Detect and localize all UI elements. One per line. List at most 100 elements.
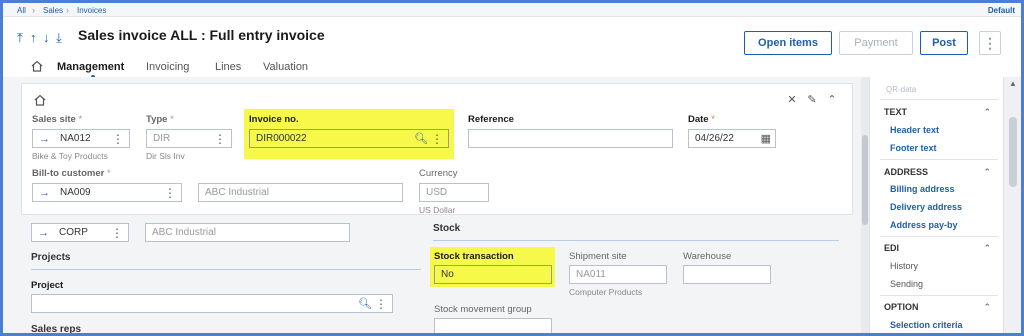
bill-to-field[interactable]: → NA009 ⋮	[32, 183, 182, 202]
billing-address-link[interactable]: Billing address	[890, 184, 955, 194]
bill-to-name-field: ABC Industrial	[198, 183, 403, 202]
tab-bar: Management Invoicing Lines Valuation	[3, 59, 865, 79]
shipment-site-label: Shipment site	[569, 251, 627, 262]
chevron-right-icon: ›	[32, 5, 35, 15]
corp-field[interactable]: → CORP ⋮	[31, 223, 129, 242]
stock-section-title: Stock	[433, 223, 461, 234]
page-title: Sales invoice ALL : Full entry invoice	[78, 27, 325, 43]
chevron-up-icon[interactable]: ⌃	[983, 243, 991, 254]
chevron-up-icon[interactable]: ⌃	[983, 302, 991, 313]
divider	[880, 99, 998, 100]
chevron-up-icon[interactable]: ⌃	[983, 167, 991, 178]
divider	[880, 159, 998, 160]
previous-record-icon[interactable]: ↑	[30, 30, 43, 45]
tools-icon[interactable]: ✕	[782, 93, 802, 106]
type-field[interactable]: DIR ⋮	[146, 129, 232, 148]
divider	[880, 295, 998, 296]
reference-label: Reference	[468, 114, 514, 125]
option-section-title: OPTION	[884, 302, 919, 312]
tab-management[interactable]: Management	[57, 61, 124, 73]
main-scrollbar[interactable]	[861, 77, 869, 333]
arrow-right-icon[interactable]: →	[38, 227, 49, 239]
kebab-icon[interactable]: ⋮	[111, 226, 123, 240]
kebab-icon[interactable]: ⋮	[112, 132, 124, 146]
text-section-title: TEXT	[884, 107, 908, 117]
breadcrumb-sales[interactable]: Sales	[43, 6, 63, 15]
sending-item[interactable]: Sending	[890, 279, 923, 289]
tab-invoicing[interactable]: Invoicing	[146, 61, 189, 73]
right-panel: QR-data TEXT ⌃ Header text Footer text A…	[869, 77, 1001, 333]
footer-text-link[interactable]: Footer text	[890, 143, 937, 153]
stock-transaction-label: Stock transaction	[434, 251, 514, 262]
tab-valuation[interactable]: Valuation	[263, 61, 308, 73]
projects-divider	[31, 269, 421, 270]
stock-divider	[433, 240, 839, 241]
scrollbar-thumb[interactable]	[862, 135, 868, 225]
currency-description: US Dollar	[419, 205, 456, 215]
profile-default[interactable]: Default	[988, 6, 1015, 15]
type-description: Dir Sls Inv	[146, 151, 185, 161]
date-field[interactable]: 04/26/22 ▦	[688, 129, 776, 148]
address-pay-by-link[interactable]: Address pay-by	[890, 220, 958, 230]
delivery-address-link[interactable]: Delivery address	[890, 202, 962, 212]
card-tools: ✕ ✎ ⌃	[782, 93, 842, 106]
sales-site-description: Bike & Toy Products	[32, 151, 108, 161]
invoice-no-label: Invoice no.	[249, 114, 299, 125]
projects-section-title: Projects	[31, 252, 71, 263]
stock-transaction-field[interactable]: No	[434, 265, 552, 284]
stock-movement-group-label: Stock movement group	[434, 304, 532, 315]
warehouse-label: Warehouse	[683, 251, 732, 262]
header-text-link[interactable]: Header text	[890, 125, 939, 135]
search-icon[interactable]: 🔍︎	[358, 297, 372, 310]
edit-icon[interactable]: ✎	[802, 93, 822, 106]
kebab-icon[interactable]: ⋮	[431, 132, 443, 146]
shipment-site-description: Computer Products	[569, 287, 643, 297]
qr-data-link[interactable]: QR-data	[886, 85, 916, 94]
open-items-button[interactable]: Open items	[744, 31, 832, 55]
header-card: ✕ ✎ ⌃ Sales site * → NA012 ⋮ Bike & Toy Prod…	[21, 83, 853, 215]
collapse-icon[interactable]: ⌃	[822, 93, 842, 106]
corp-name-field: ABC Industrial	[145, 223, 350, 242]
breadcrumb-invoices[interactable]: Invoices	[77, 6, 106, 15]
bill-to-label: Bill-to customer *	[32, 168, 111, 179]
invoice-no-field[interactable]: DIR000022 🔍︎ ⋮	[249, 129, 449, 148]
edi-section-title: EDI	[884, 243, 900, 253]
record-navigation: ⤒ ↑ ↓ ⤓	[17, 30, 69, 46]
kebab-icon[interactable]: ⋮	[214, 132, 226, 146]
search-icon[interactable]: 🔍︎	[414, 132, 428, 145]
next-record-icon[interactable]: ↓	[43, 30, 56, 45]
reference-field[interactable]	[468, 129, 673, 148]
breadcrumb: All › Sales › Invoices Default	[3, 3, 1021, 17]
scroll-up-icon[interactable]: ▲	[1009, 79, 1017, 88]
history-item[interactable]: History	[890, 261, 918, 271]
arrow-right-icon[interactable]: →	[39, 133, 50, 145]
kebab-icon[interactable]: ⋮	[375, 297, 387, 311]
calendar-icon[interactable]: ▦	[761, 132, 771, 145]
sales-site-label: Sales site *	[32, 114, 83, 125]
chevron-right-icon: ›	[66, 5, 69, 15]
last-record-icon[interactable]: ⤓	[56, 30, 69, 46]
kebab-icon[interactable]: ⋮	[164, 186, 176, 200]
tab-lines[interactable]: Lines	[215, 61, 241, 73]
right-panel-scrollbar[interactable]: ▲	[1003, 77, 1021, 333]
breadcrumb-all[interactable]: All	[17, 6, 26, 15]
currency-field: USD	[419, 183, 489, 202]
selection-criteria-link[interactable]: Selection criteria	[890, 320, 963, 330]
divider	[880, 236, 998, 237]
more-actions-button[interactable]: ⋮	[979, 31, 1001, 55]
home-icon[interactable]	[34, 94, 46, 106]
sales-site-field[interactable]: → NA012 ⋮	[32, 129, 130, 148]
first-record-icon[interactable]: ⤒	[17, 30, 30, 46]
sales-reps-section-title: Sales reps	[31, 324, 82, 333]
project-field[interactable]: 🔍︎ ⋮	[31, 294, 393, 313]
project-label: Project	[31, 280, 64, 291]
arrow-right-icon[interactable]: →	[39, 187, 50, 199]
address-section-title: ADDRESS	[884, 167, 929, 177]
main-content: ✕ ✎ ⌃ Sales site * → NA012 ⋮ Bike & Toy Prod…	[3, 77, 865, 333]
post-button[interactable]: Post	[920, 31, 968, 55]
shipment-site-field: NA011	[569, 265, 667, 284]
scrollbar-thumb[interactable]	[1009, 117, 1017, 187]
type-label: Type *	[146, 114, 174, 125]
chevron-up-icon[interactable]: ⌃	[983, 107, 991, 118]
payment-button[interactable]: Payment	[839, 31, 913, 55]
